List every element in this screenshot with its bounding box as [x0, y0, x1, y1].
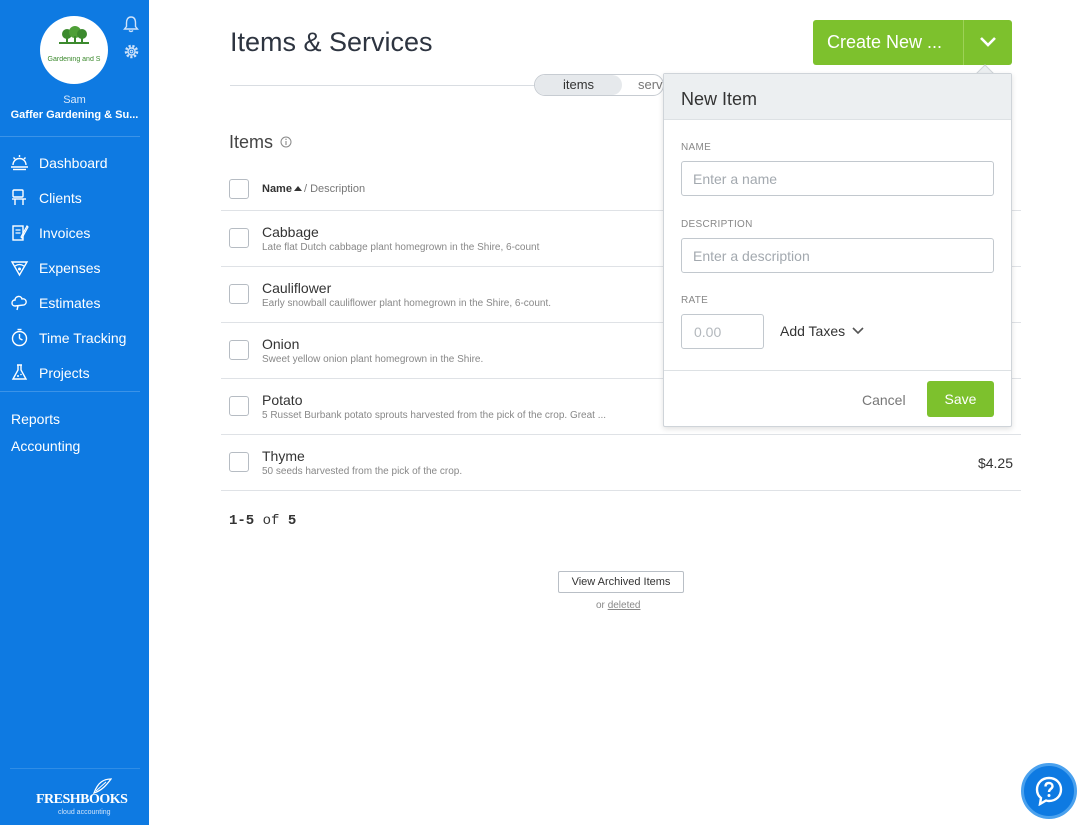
bell-icon[interactable]	[123, 16, 139, 33]
save-button[interactable]: Save	[927, 381, 994, 417]
sidebar-secondary-nav: Reports Accounting	[11, 408, 80, 462]
deleted-items-link[interactable]: deleted	[608, 600, 641, 611]
row-item-description: 50 seeds harvested from the pick of the …	[262, 466, 463, 477]
business-avatar[interactable]: Gardening and S	[40, 16, 108, 84]
clients-icon	[12, 189, 26, 205]
estimates-icon	[11, 295, 27, 311]
row-checkbox[interactable]	[229, 396, 249, 416]
help-icon	[1035, 776, 1063, 806]
sidebar-divider	[0, 391, 140, 392]
column-header-name[interactable]: Name / Description	[262, 183, 365, 195]
new-item-popover: New Item NAME DESCRIPTION RATE Add Taxes…	[663, 73, 1012, 427]
sort-ascending-icon	[293, 186, 302, 191]
row-checkbox[interactable]	[229, 340, 249, 360]
sidebar-item-label: Clients	[39, 189, 82, 206]
row-checkbox[interactable]	[229, 452, 249, 472]
add-taxes-dropdown[interactable]: Add Taxes	[780, 323, 864, 339]
invoices-icon	[12, 225, 29, 241]
sidebar-item-label: Time Tracking	[39, 329, 127, 346]
row-item-description: Early snowball cauliflower plant homegro…	[262, 298, 552, 309]
projects-icon	[11, 364, 28, 380]
sidebar-item-label: Dashboard	[39, 154, 108, 171]
sidebar-item-clients[interactable]: Clients	[0, 180, 149, 215]
row-item-name[interactable]: Cabbage	[262, 224, 319, 240]
dashboard-icon	[11, 155, 28, 171]
toggle-items[interactable]: items	[535, 75, 622, 95]
section-title: Items	[229, 132, 274, 152]
sidebar-item-projects[interactable]: Projects	[0, 355, 149, 390]
user-name: Sam	[63, 94, 86, 106]
row-checkbox[interactable]	[229, 228, 249, 248]
chevron-down-icon	[980, 37, 996, 47]
sidebar-item-reports[interactable]: Reports	[11, 408, 80, 435]
sidebar-divider	[10, 768, 140, 769]
column-header-description-label: / Description	[303, 183, 366, 195]
page-title: Items & Services	[230, 27, 433, 57]
view-archived-items-button[interactable]: View Archived Items	[558, 571, 684, 593]
row-item-rate: $4.25	[977, 455, 1013, 471]
description-label: DESCRIPTION	[681, 219, 753, 230]
help-button[interactable]	[1021, 763, 1077, 819]
create-new-dropdown-button[interactable]	[963, 20, 1012, 65]
add-taxes-label: Add Taxes	[780, 323, 846, 339]
popover-footer-divider	[664, 370, 1011, 371]
row-item-name[interactable]: Thyme	[262, 448, 305, 464]
rate-label: RATE	[681, 295, 709, 306]
row-item-description: Sweet yellow onion plant homegrown in th…	[262, 354, 484, 365]
create-new-button[interactable]: Create New ...	[813, 20, 963, 65]
or-text: or	[596, 600, 605, 611]
name-input[interactable]	[681, 161, 994, 196]
business-name[interactable]: Gaffer Gardening & Su...	[0, 109, 149, 121]
sidebar-item-label: Expenses	[39, 259, 101, 276]
logo-tagline: cloud accounting	[58, 809, 111, 816]
description-input[interactable]	[681, 238, 994, 273]
deleted-line: or deleted	[596, 600, 641, 611]
time-tracking-icon	[11, 328, 28, 347]
sidebar-divider	[0, 136, 140, 137]
sidebar-item-label: Projects	[39, 364, 90, 381]
row-item-description: Late flat Dutch cabbage plant homegrown …	[262, 242, 540, 253]
sidebar-item-estimates[interactable]: Estimates	[0, 285, 149, 320]
pagination-total: 5	[287, 513, 297, 529]
row-checkbox[interactable]	[229, 284, 249, 304]
chevron-down-icon	[852, 327, 864, 335]
sidebar-item-accounting[interactable]: Accounting	[11, 435, 80, 462]
sidebar-item-label: Estimates	[39, 294, 101, 311]
popover-header: New Item	[664, 74, 1011, 120]
freshbooks-logo[interactable]: FRESHBOOKS cloud accounting	[36, 778, 128, 818]
row-item-name[interactable]: Onion	[262, 336, 299, 352]
name-label: NAME	[681, 142, 712, 153]
row-divider	[221, 490, 1021, 491]
sidebar-item-time-tracking[interactable]: Time Tracking	[0, 320, 149, 355]
column-header-name-label: Name	[262, 183, 292, 195]
sidebar: Gardening and S Sam Gaffer Gardening & S…	[0, 0, 149, 825]
sidebar-item-invoices[interactable]: Invoices	[0, 215, 149, 250]
rate-input[interactable]	[681, 314, 764, 349]
toggle-services[interactable]: serv	[638, 75, 663, 95]
tree-logo-icon	[59, 26, 89, 44]
gear-icon[interactable]	[123, 43, 140, 60]
sidebar-nav: Dashboard Clients Invoices Expenses Esti…	[0, 145, 149, 390]
popover-title: New Item	[681, 89, 758, 109]
select-all-checkbox[interactable]	[229, 179, 249, 199]
items-services-toggle: items serv	[534, 74, 664, 96]
sidebar-item-label: Invoices	[39, 224, 91, 241]
cancel-button[interactable]: Cancel	[862, 392, 906, 408]
sidebar-item-dashboard[interactable]: Dashboard	[0, 145, 149, 180]
pagination-summary: 1-5 of 5	[229, 513, 296, 529]
expenses-icon	[10, 261, 29, 277]
logo-wordmark: FRESHBOOKS	[36, 792, 128, 807]
pagination-of: of	[262, 513, 280, 529]
row-item-name[interactable]: Potato	[262, 392, 302, 408]
row-divider	[221, 434, 1021, 435]
avatar-business-text: Gardening and S	[47, 56, 101, 63]
row-item-name[interactable]: Cauliflower	[262, 280, 331, 296]
row-item-description: 5 Russet Burbank potato sprouts harveste…	[262, 410, 607, 421]
pagination-range: 1-5	[229, 513, 255, 529]
sidebar-item-expenses[interactable]: Expenses	[0, 250, 149, 285]
info-icon[interactable]	[280, 136, 292, 148]
